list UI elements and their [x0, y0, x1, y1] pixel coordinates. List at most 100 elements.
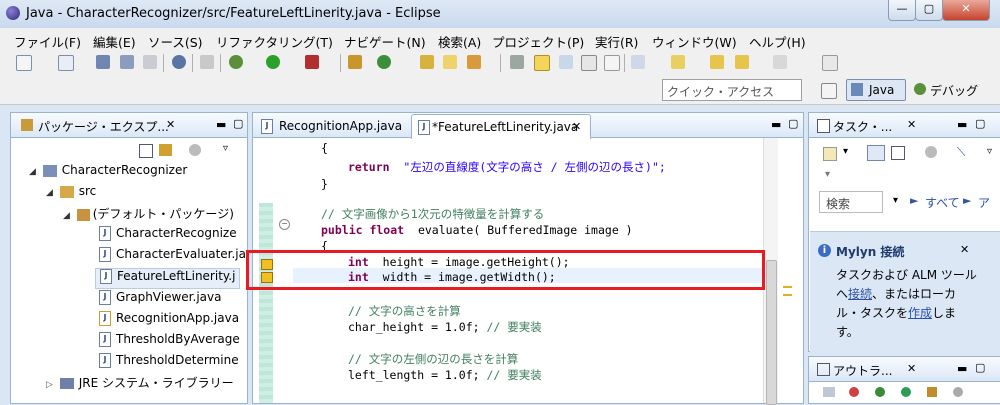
truncated-link[interactable]: ア — [978, 194, 996, 211]
close-view-icon[interactable]: ✕ — [907, 362, 916, 375]
minimize-view-icon[interactable]: ▬ — [216, 118, 226, 131]
sort-icon[interactable] — [823, 387, 835, 397]
quick-access-field[interactable]: クイック・アクセス — [662, 79, 802, 101]
code-line[interactable]: left_length = 1.0f; // 要実装 — [348, 367, 542, 383]
link-editor-icon[interactable] — [159, 144, 172, 156]
warning-marker-icon[interactable] — [783, 286, 792, 296]
menu-source[interactable]: ソース(S) — [148, 32, 203, 51]
categorized-icon[interactable] — [867, 145, 885, 161]
dropdown-icon[interactable]: ▾ — [843, 146, 848, 157]
fold-icon[interactable]: − — [279, 219, 290, 230]
maximize-editor-icon[interactable]: ▢ — [788, 117, 798, 130]
minimize-editor-icon[interactable]: ▬ — [771, 118, 781, 131]
code-line[interactable]: // 文字の高さを計算 — [348, 303, 461, 319]
print-icon[interactable] — [143, 55, 157, 69]
code-line[interactable]: return "左辺の直線度(文字の高さ / 左側の辺の長さ)"; — [348, 159, 666, 175]
tree-project[interactable]: ◢ CharacterRecognizer — [29, 163, 187, 184]
tree-file[interactable]: J CharacterEvaluater.ja — [99, 247, 246, 268]
new-icon[interactable] — [16, 55, 32, 71]
open-type-icon[interactable] — [420, 55, 434, 69]
run-external-icon[interactable] — [305, 55, 319, 69]
close-tab-icon[interactable]: ✕ — [572, 120, 581, 133]
tree-file[interactable]: J ThresholdDetermine — [99, 353, 239, 374]
code-line[interactable]: } — [321, 177, 328, 191]
hide-local-icon[interactable] — [927, 387, 937, 397]
highlight-icon[interactable] — [534, 55, 550, 71]
focus-icon[interactable] — [953, 387, 963, 397]
maximize-view-icon[interactable]: ▢ — [975, 361, 985, 374]
tree-file[interactable]: J CharacterRecognize — [99, 226, 237, 247]
all-tasks-link[interactable]: すべて — [925, 194, 960, 211]
pin-icon[interactable] — [822, 55, 838, 71]
code-line[interactable]: // 文字画像から1次元の特徴量を計算する — [321, 206, 544, 222]
scheduled-icon[interactable] — [891, 146, 905, 160]
maximize-view-icon[interactable]: ▢ — [233, 117, 243, 130]
skip-breakpoints-icon[interactable] — [200, 55, 214, 69]
whitespace-icon[interactable] — [581, 55, 597, 71]
pilcrow-icon[interactable] — [604, 55, 620, 71]
hide-static-icon[interactable] — [875, 387, 885, 397]
close-view-icon[interactable]: ✕ — [166, 118, 175, 131]
menu-window[interactable]: ウィンドウ(W) — [652, 32, 737, 51]
code-line[interactable]: char_height = 1.0f; // 要実装 — [348, 319, 542, 335]
task-search-field[interactable]: 検索 — [819, 191, 883, 213]
menu-navigate[interactable]: ナビゲート(N) — [344, 32, 426, 51]
code-line[interactable]: { — [321, 141, 328, 155]
tree-jre[interactable]: ▷ JRE システム・ライブラリー — [46, 374, 234, 395]
toggle-mark-icon[interactable] — [510, 55, 524, 69]
save-all-icon[interactable] — [120, 55, 134, 69]
tree-file[interactable]: J ThresholdByAverage — [99, 332, 240, 353]
menu-file[interactable]: ファイル(F) — [14, 32, 81, 51]
tree-file[interactable]: J RecognitionApp.java — [99, 311, 239, 332]
outline-tab[interactable]: アウトラ... ✕ ▬ ▢ — [809, 357, 1000, 382]
collapse-all-icon[interactable] — [139, 144, 153, 158]
tree-src[interactable]: ◢ src — [46, 184, 96, 205]
menu-refactor[interactable]: リファクタリング(T) — [216, 32, 333, 51]
perspective-java[interactable]: Java — [846, 79, 906, 101]
menu-help[interactable]: ヘルプ(H) — [749, 32, 806, 51]
focus-icon[interactable] — [925, 146, 937, 158]
prev-icon[interactable] — [735, 55, 749, 69]
menu-project[interactable]: プロジェクト(P) — [492, 32, 584, 51]
maximize-view-icon[interactable]: ▢ — [975, 117, 985, 130]
focus-task-icon[interactable] — [189, 144, 201, 156]
new-task-icon[interactable] — [823, 147, 837, 161]
open-task-icon[interactable] — [443, 55, 457, 69]
run-icon[interactable] — [266, 55, 280, 69]
close-button[interactable]: ✕ — [942, 0, 990, 21]
close-icon[interactable]: ✕ — [960, 243, 969, 256]
create-link[interactable]: 作成 — [908, 306, 932, 320]
more-icon[interactable]: ▾ — [825, 169, 830, 180]
menu-search[interactable]: 検索(A) — [438, 32, 481, 51]
save-icon[interactable] — [96, 55, 110, 69]
search-icon[interactable] — [467, 55, 481, 69]
code-line[interactable]: // 文字の左側の辺の長さを計算 — [348, 351, 518, 367]
expand-arrow-icon[interactable]: ◢ — [63, 211, 70, 221]
debug-icon[interactable] — [229, 55, 243, 69]
task-list-tab[interactable]: タスク・... ✕ ▬ ▢ — [809, 113, 1000, 138]
expand-arrow-icon[interactable]: ◢ — [29, 167, 36, 177]
expand-arrow-icon[interactable]: ◢ — [46, 188, 53, 198]
next-annotation-icon[interactable] — [671, 55, 685, 69]
settings-icon[interactable] — [172, 55, 186, 69]
tree-default-package[interactable]: ◢ (デフォルト・パッケージ) — [63, 205, 234, 226]
minimize-button[interactable]: — — [888, 0, 916, 21]
new-class-icon[interactable] — [377, 55, 391, 69]
annotation-icon[interactable] — [631, 55, 645, 69]
perspective-debug[interactable]: デバッグ — [912, 79, 992, 99]
filter-icon[interactable]: ⟍ — [957, 145, 965, 160]
tree-file[interactable]: J GraphViewer.java — [99, 290, 221, 311]
maximize-button[interactable]: ▢ — [915, 0, 943, 21]
forward-icon[interactable] — [773, 55, 787, 69]
new-package-icon[interactable] — [348, 55, 362, 69]
hide-nonpublic-icon[interactable] — [901, 387, 911, 397]
editor-scrollbar[interactable] — [763, 138, 778, 405]
code-line[interactable]: public float evaluate( BufferedImage ima… — [321, 223, 633, 237]
tree-file-selected[interactable]: J FeatureLeftLinerity.j — [95, 268, 241, 289]
package-explorer-tab[interactable]: パッケージ・エクスプ... ✕ ▬ ▢ — [11, 113, 247, 138]
task-search-dropdown-icon[interactable]: ▾ — [893, 195, 898, 206]
editor-tab-recognitionapp[interactable]: J RecognitionApp.java — [257, 116, 407, 137]
editor-tab-featureleftlinerity[interactable]: J *FeatureLeftLinerity.java ✕ — [411, 114, 591, 139]
new-java-icon[interactable] — [58, 55, 74, 71]
minimize-view-icon[interactable]: ▬ — [957, 118, 967, 131]
